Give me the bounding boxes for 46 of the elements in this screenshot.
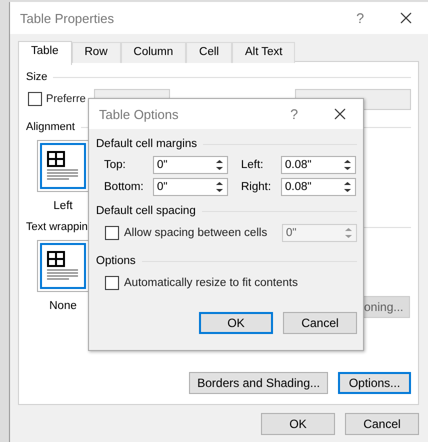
spin-arrows-icon[interactable] <box>343 181 352 193</box>
tab[interactable]: Row <box>72 42 121 63</box>
spin-arrows-icon[interactable] <box>215 181 224 193</box>
checkbox[interactable] <box>105 276 119 290</box>
section-heading: Default cell margins <box>96 138 197 150</box>
table-text-icon <box>47 151 79 181</box>
field-label: Right: <box>241 181 272 193</box>
dialog-button[interactable]: OK <box>261 413 335 435</box>
spin-field[interactable]: 0.08" <box>281 156 356 174</box>
dialog-button[interactable]: OK <box>199 312 273 334</box>
tab[interactable]: Cell <box>186 42 232 63</box>
option-label: Left <box>53 200 73 212</box>
section-heading: Text wrappin <box>26 221 88 233</box>
alignment-option[interactable] <box>37 140 89 192</box>
spin-arrows-icon[interactable] <box>215 159 224 171</box>
checkbox[interactable] <box>28 92 42 106</box>
spin-field[interactable]: 0.08" <box>281 178 356 196</box>
help-button[interactable]: ? <box>290 106 298 122</box>
help-button[interactable]: ? <box>356 10 364 26</box>
dialog-button[interactable]: Cancel <box>283 312 357 334</box>
tab[interactable]: Column <box>120 42 186 63</box>
checkbox-label: Allow spacing between cells <box>124 227 268 239</box>
dialog-title: Table Options <box>99 106 180 122</box>
section-heading: Size <box>26 71 48 83</box>
spin-arrows-icon[interactable] <box>343 159 352 171</box>
checkbox-label: Automatically resize to fit contents <box>124 277 298 289</box>
tab[interactable]: Table <box>18 41 72 65</box>
section-heading: Options <box>96 255 136 267</box>
wrapping-option[interactable] <box>37 240 89 292</box>
dialog-button[interactable]: Borders and Shading... <box>189 372 328 394</box>
field-label: Left: <box>241 159 264 171</box>
field-label: Top: <box>104 159 127 171</box>
field-label: Bottom: <box>104 181 145 193</box>
table-text-icon <box>47 251 79 281</box>
section-heading: Alignment <box>26 121 75 133</box>
dialog-button[interactable]: Cancel <box>345 413 419 435</box>
checkbox-label: Preferre <box>46 93 86 105</box>
dialog-button[interactable]: Options... <box>338 372 411 394</box>
option-label: None <box>49 300 77 312</box>
spin-field[interactable]: 0" <box>153 178 228 196</box>
close-icon[interactable] <box>334 108 346 120</box>
close-icon[interactable] <box>400 12 412 24</box>
window-title: Table Properties <box>20 10 115 26</box>
spin-field[interactable]: 0" <box>153 156 228 174</box>
section-heading: Default cell spacing <box>96 205 196 217</box>
tab[interactable]: Alt Text <box>232 42 296 63</box>
